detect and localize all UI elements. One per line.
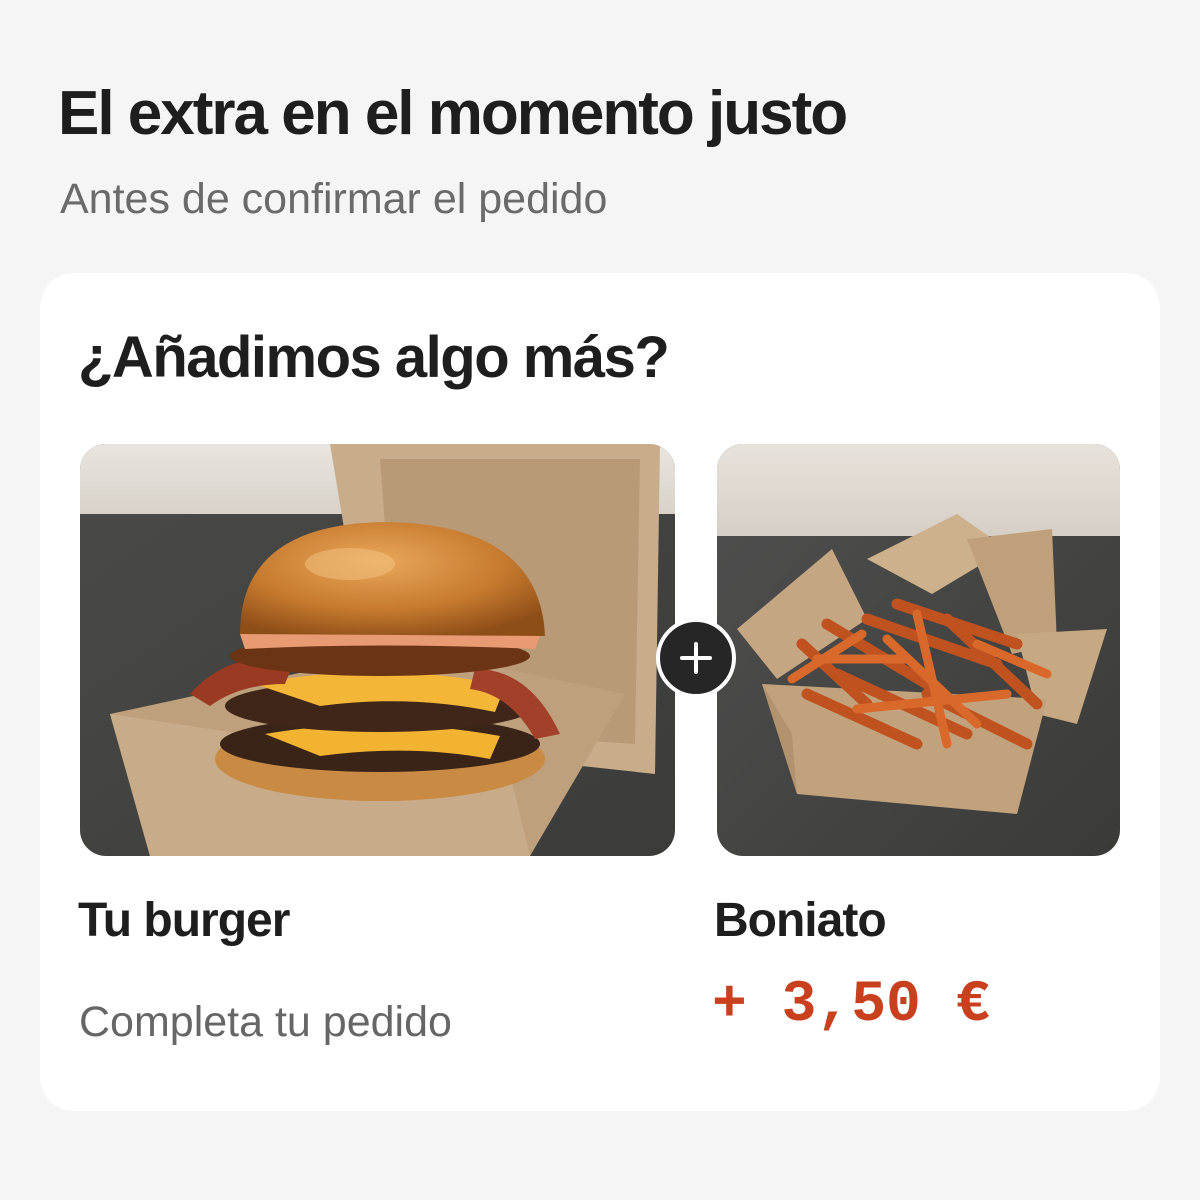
extra-item-name: Boniato xyxy=(714,894,887,947)
add-extra-button[interactable] xyxy=(656,618,736,698)
page-title: El extra en el momento justo xyxy=(58,79,848,148)
upsell-card: ¿Añadimos algo más? Tu burger Completa t… xyxy=(40,273,1160,1111)
burger-image xyxy=(80,444,675,856)
main-item-name: Tu burger xyxy=(78,894,290,947)
page-subtitle: Antes de confirmar el pedido xyxy=(60,175,608,223)
upsell-question: ¿Añadimos algo más? xyxy=(78,325,670,390)
extra-item-price: + 3,50 € xyxy=(712,973,991,1038)
fries-image xyxy=(717,444,1120,856)
main-item-description: Completa tu pedido xyxy=(79,998,452,1046)
plus-icon xyxy=(680,642,712,674)
burger-photo-icon xyxy=(80,444,675,856)
sweet-potato-fries-photo-icon xyxy=(717,444,1120,856)
